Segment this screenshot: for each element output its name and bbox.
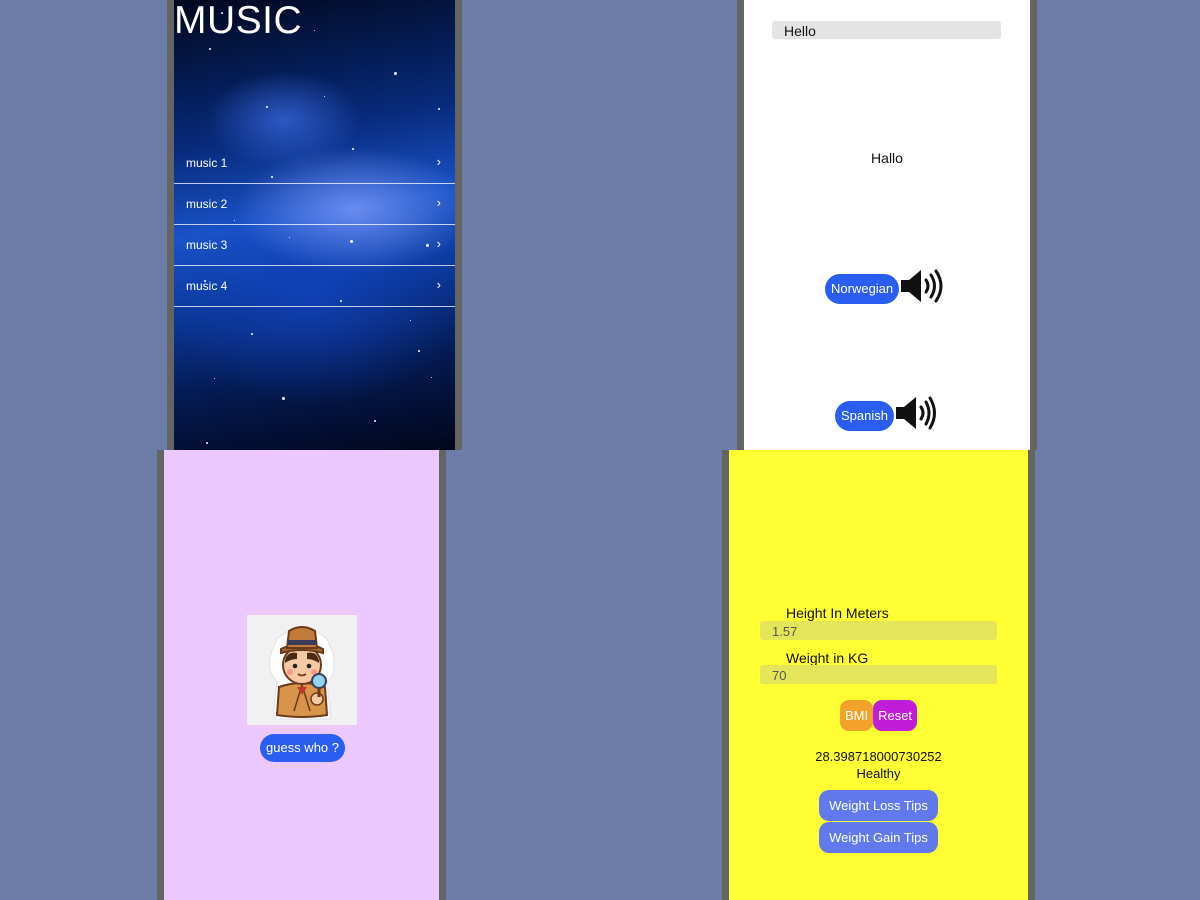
bmi-button[interactable]: BMI: [839, 700, 874, 731]
height-label: Height In Meters: [786, 605, 889, 621]
list-item[interactable]: music 1 ›: [174, 143, 455, 184]
spanish-button[interactable]: Spanish: [835, 400, 894, 431]
weight-gain-tips-button[interactable]: Weight Gain Tips: [819, 822, 938, 853]
chevron-right-icon: ›: [436, 277, 441, 292]
bmi-value: 28.398718000730252: [815, 749, 942, 764]
text-input[interactable]: Hello: [772, 21, 1001, 39]
guess-who-button[interactable]: guess who ?: [260, 734, 345, 762]
weight-label: Weight in KG: [786, 650, 869, 666]
list-item[interactable]: music 4 ›: [174, 266, 455, 307]
guess-panel: guess who ?: [157, 450, 446, 900]
weight-field[interactable]: 70: [760, 665, 997, 684]
music-list: music 1 › music 2 › music 3 › music 4 ›: [174, 143, 455, 307]
translator-panel: Hello Hallo Norwegian Spanish: [737, 0, 1037, 450]
weight-loss-tips-button[interactable]: Weight Loss Tips: [819, 790, 938, 821]
chevron-right-icon: ›: [436, 154, 441, 169]
speaker-icon[interactable]: [899, 268, 945, 309]
list-item[interactable]: music 2 ›: [174, 184, 455, 225]
list-item-label: music 2: [186, 197, 228, 211]
norwegian-button[interactable]: Norwegian: [825, 273, 900, 304]
height-field[interactable]: 1.57: [760, 621, 997, 640]
page-title: MUSIC: [174, 0, 303, 42]
bmi-status: Healthy: [856, 766, 901, 781]
reset-button[interactable]: Reset: [873, 700, 918, 731]
list-item-label: music 4: [186, 279, 228, 293]
bmi-button-row: BMI Reset: [729, 700, 1028, 731]
translation-result: Hallo: [871, 150, 903, 166]
spanish-row: Spanish: [835, 395, 938, 436]
list-item-label: music 1: [186, 156, 228, 170]
bmi-panel: Height In Meters 1.57 Weight in KG 70 BM…: [722, 450, 1035, 900]
list-item[interactable]: music 3 ›: [174, 225, 455, 266]
chevron-right-icon: ›: [436, 195, 441, 210]
speaker-icon[interactable]: [894, 395, 938, 436]
detective-icon[interactable]: [247, 615, 357, 725]
music-panel: MUSIC music 1 › music 2 › music 3 › musi…: [167, 0, 462, 450]
norwegian-row: Norwegian: [825, 268, 945, 309]
list-item-label: music 3: [186, 238, 228, 252]
chevron-right-icon: ›: [436, 236, 441, 251]
